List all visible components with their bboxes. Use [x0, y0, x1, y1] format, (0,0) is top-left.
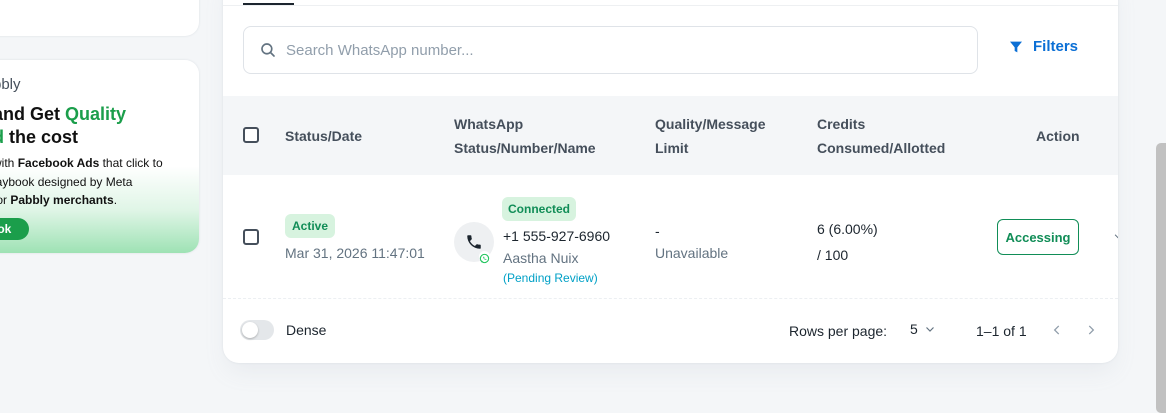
row-checkbox[interactable]	[243, 229, 259, 245]
credits-allotted: / 100	[817, 247, 849, 263]
header-credits-line2: Consumed/Allotted	[817, 140, 946, 156]
tabs-divider	[223, 5, 1118, 6]
search-icon	[261, 43, 275, 57]
promo-headline-part: the cost	[4, 127, 79, 147]
rows-per-page-value: 5	[910, 321, 918, 337]
header-quality-limit[interactable]: Quality/Message Limit	[655, 112, 766, 160]
phone-icon	[467, 235, 481, 249]
header-whatsapp-line1: WhatsApp	[454, 116, 524, 132]
quality-value: -	[655, 223, 660, 239]
search-input[interactable]	[286, 41, 946, 59]
header-quality-line1: Quality/Message	[655, 116, 766, 132]
promo-desc-facebook: Facebook Ads	[17, 156, 100, 170]
chevron-down-icon	[925, 327, 934, 332]
promo-desc-part: .	[113, 193, 118, 207]
promo-brand: bbly	[0, 76, 21, 93]
chevron-left-icon	[1053, 325, 1060, 335]
promo-desc-part: for	[0, 193, 8, 207]
row-date: Mar 31, 2026 11:47:01	[285, 245, 425, 261]
message-limit: Unavailable	[655, 245, 729, 261]
search-box[interactable]	[243, 26, 978, 74]
table-header: Status/Date WhatsApp Status/Number/Name …	[223, 96, 1118, 175]
accessing-button[interactable]: Accessing	[997, 219, 1079, 255]
promo-headline: and Get Quality d the cost	[0, 103, 199, 149]
rows-per-page-select[interactable]: 5	[910, 321, 936, 337]
dense-label: Dense	[286, 322, 327, 338]
promo-description: with Facebook Ads that click to laybook …	[0, 154, 199, 210]
promo-headline-part: and Get	[0, 104, 66, 124]
prev-page-button[interactable]	[1047, 320, 1067, 340]
header-credits[interactable]: Credits Consumed/Allotted	[817, 112, 945, 160]
chevron-right-icon	[1088, 325, 1095, 335]
whatsapp-icon	[479, 253, 490, 264]
toggle-knob	[242, 322, 258, 338]
promo-desc-pabbly: Pabbly merchants	[10, 193, 114, 207]
select-all-checkbox[interactable]	[243, 127, 259, 143]
status-badge: Active	[285, 214, 336, 238]
header-whatsapp[interactable]: WhatsApp Status/Number/Name	[454, 112, 596, 160]
promo-banner: bbly and Get Quality d the cost with Fac…	[0, 60, 199, 253]
header-whatsapp-line2: Status/Number/Name	[454, 140, 596, 156]
pagination-range: 1–1 of 1	[976, 323, 1027, 339]
table-row: Active Mar 31, 2026 11:47:01 Connected +…	[223, 175, 1118, 299]
table-footer: Dense Rows per page: 5 1–1 of 1	[223, 299, 1118, 363]
promo-book-button[interactable]: ook	[0, 218, 29, 240]
chevron-down-icon[interactable]	[1113, 231, 1118, 241]
page-scrollbar[interactable]	[1156, 143, 1166, 413]
header-credits-line1: Credits	[817, 116, 866, 132]
promo-desc-part: with	[0, 156, 15, 170]
phone-number: +1 555-927-6960	[503, 228, 611, 244]
numbers-table-card: Filters Status/Date WhatsApp Status/Numb…	[223, 0, 1118, 363]
whatsapp-badge	[479, 251, 490, 264]
filter-icon	[1010, 41, 1022, 52]
review-status: (Pending Review)	[503, 271, 598, 285]
header-quality-line2: Limit	[655, 140, 689, 156]
next-page-button[interactable]	[1081, 320, 1101, 340]
promo-desc-part: laybook designed by Meta	[0, 174, 133, 189]
account-name: Aastha Nuix	[503, 250, 579, 266]
filters-button[interactable]: Filters	[1008, 38, 1078, 55]
promo-headline-quality: Quality	[65, 104, 127, 124]
header-status-date[interactable]: Status/Date	[285, 124, 362, 148]
connection-badge: Connected	[502, 197, 577, 221]
credits-consumed: 6 (6.00%)	[817, 221, 878, 237]
header-action: Action	[1036, 128, 1080, 144]
dense-toggle[interactable]	[240, 320, 274, 340]
filters-label: Filters	[1033, 38, 1079, 55]
left-top-card	[0, 0, 199, 36]
rows-per-page-label: Rows per page:	[789, 323, 888, 339]
promo-desc-part: that click to	[99, 156, 163, 170]
